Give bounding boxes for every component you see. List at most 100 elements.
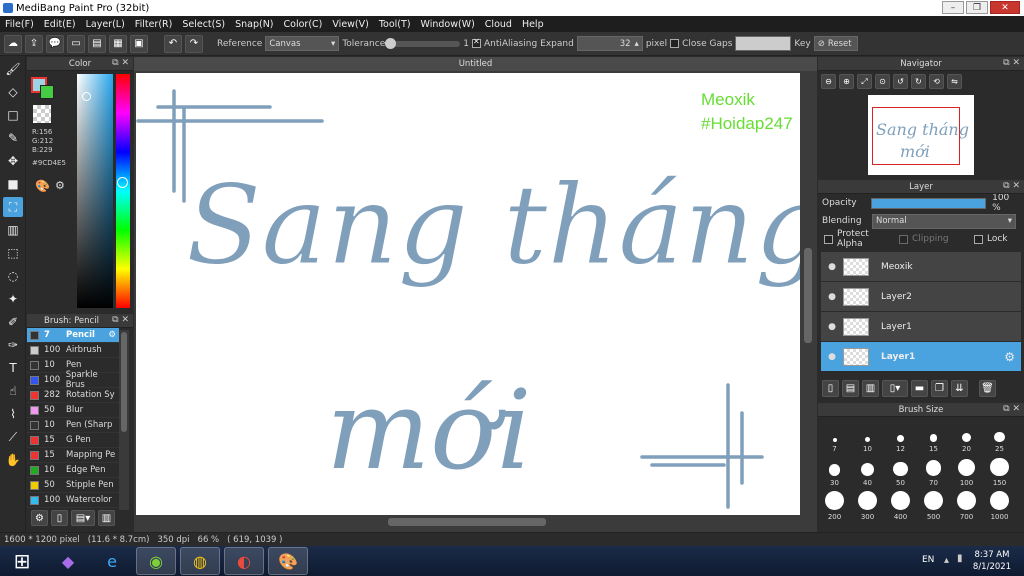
comment-icon[interactable]: 💬 [46, 34, 64, 53]
transparent-swatch[interactable] [33, 105, 51, 123]
menu-file[interactable]: File(F) [0, 19, 39, 30]
hand-tool-icon[interactable]: ✋ [3, 450, 23, 470]
menu-snap[interactable]: Snap(N) [230, 19, 278, 30]
share-icon[interactable]: ⇪ [25, 34, 43, 53]
lock-checkbox[interactable] [974, 234, 983, 244]
menu-view[interactable]: View(V) [327, 19, 373, 30]
hscroll-thumb[interactable] [388, 518, 546, 526]
add-layer-menu-icon[interactable]: ▯▾ [882, 380, 908, 397]
brush-size-option[interactable]: 7 [818, 419, 851, 453]
horizontal-scrollbar[interactable] [136, 516, 800, 528]
move-tool-icon[interactable]: ✥ [3, 151, 23, 171]
grid-icon[interactable]: ▣ [130, 34, 148, 53]
brush-size-option[interactable]: 30 [818, 453, 851, 487]
brush-new-icon[interactable]: ▯ [51, 510, 68, 526]
rotate-right-icon[interactable]: ↻ [911, 74, 926, 89]
brush-size-option[interactable]: 150 [983, 453, 1016, 487]
paint-icon[interactable]: 🎨 [268, 547, 308, 575]
lasso-tool-icon[interactable]: ◌ [3, 266, 23, 286]
panel-close-icon[interactable]: ⧉ ✕ [1003, 404, 1020, 414]
navigator-viewport[interactable] [872, 107, 960, 165]
visibility-icon[interactable]: ● [821, 352, 843, 362]
bucket-tool-icon[interactable]: ⛶ [3, 197, 23, 217]
brush-size-option[interactable]: 1000 [983, 487, 1016, 521]
stepper-icon[interactable]: ▴ [635, 39, 639, 49]
flip-icon[interactable]: ⇋ [947, 74, 962, 89]
menu-tool[interactable]: Tool(T) [374, 19, 416, 30]
brush-list-item[interactable]: 50 Blur [27, 403, 119, 418]
brush-size-option[interactable]: 200 [818, 487, 851, 521]
menu-help[interactable]: Help [517, 19, 549, 30]
ie-icon[interactable]: e [92, 547, 132, 575]
eraser-tool-icon[interactable]: ◇ [3, 82, 23, 102]
scrollbar-thumb[interactable] [121, 332, 127, 432]
eyedropper-icon[interactable]: ⌇ [3, 404, 23, 424]
menu-cloud[interactable]: Cloud [480, 19, 517, 30]
menu-select[interactable]: Select(S) [177, 19, 230, 30]
slider-handle[interactable] [385, 37, 397, 49]
rotate-reset-icon[interactable]: ⟲ [929, 74, 944, 89]
zoom-out-icon[interactable]: ⊖ [821, 74, 836, 89]
select-pen-icon[interactable]: ✐ [3, 312, 23, 332]
brush-list-item[interactable]: 282 Rotation Sy [27, 388, 119, 403]
palette-settings-icon[interactable]: ⚙ [55, 179, 65, 192]
brush-size-option[interactable]: 10 [851, 419, 884, 453]
select-eraser-icon[interactable]: ✑ [3, 335, 23, 355]
reference-select[interactable]: Canvas ▾ [265, 36, 340, 51]
rotate-left-icon[interactable]: ↺ [893, 74, 908, 89]
clock[interactable]: 8:37 AM 8/1/2021 [966, 549, 1018, 573]
fill-rect-tool-icon[interactable]: ■ [3, 174, 23, 194]
hue-slider[interactable] [116, 74, 130, 308]
actual-size-icon[interactable]: ⊙ [875, 74, 890, 89]
operation-tool-icon[interactable]: ☝ [3, 381, 23, 401]
brush-list-item[interactable]: 100 Watercolor [27, 493, 119, 508]
divide-tool-icon[interactable]: ⟋ [3, 427, 23, 447]
expand-field[interactable]: 32 ▴ [576, 36, 643, 51]
brush-size-option[interactable]: 300 [851, 487, 884, 521]
brush-list-item[interactable]: 100 Airbrush [27, 343, 119, 358]
brush-size-option[interactable]: 70 [917, 453, 950, 487]
redo-icon[interactable]: ↷ [185, 34, 203, 53]
cloud-icon[interactable]: ☁ [4, 34, 22, 53]
shape-tool-icon[interactable]: □ [3, 105, 23, 125]
drawing-canvas[interactable]: Sang tháng mới Meoxik #Hoidap247 [136, 73, 800, 515]
vertical-scrollbar[interactable] [802, 73, 814, 515]
menu-layer[interactable]: Layer(L) [81, 19, 130, 30]
tolerance-slider[interactable] [385, 37, 461, 49]
brush-size-option[interactable]: 50 [884, 453, 917, 487]
language-indicator[interactable]: EN [922, 555, 934, 565]
document-tab[interactable]: Untitled [134, 57, 817, 71]
antialiasing-checkbox[interactable] [471, 37, 481, 48]
protect-alpha-checkbox[interactable] [824, 234, 833, 244]
layer-row[interactable]: ● Layer1 ⚙ [821, 342, 1021, 372]
visual-studio-icon[interactable]: ◆ [48, 547, 88, 575]
brush-size-option[interactable]: 40 [851, 453, 884, 487]
brush-list-item[interactable]: 100 Sparkle Brus [27, 370, 119, 390]
brush-size-option[interactable]: 400 [884, 487, 917, 521]
panel-close-icon[interactable]: ⧉ ✕ [1003, 58, 1020, 68]
fit-icon[interactable]: ⤢ [857, 74, 872, 89]
menu-window[interactable]: Window(W) [416, 19, 480, 30]
closegaps-field[interactable] [735, 36, 792, 51]
layers-icon[interactable]: ▦ [109, 34, 127, 53]
new-8bit-layer-icon[interactable]: ▥ [862, 380, 879, 397]
opacity-slider[interactable] [870, 197, 987, 209]
brush-size-option[interactable]: 15 [917, 419, 950, 453]
panel-close-icon[interactable]: ⧉ ✕ [1003, 181, 1020, 191]
brush-size-option[interactable]: 12 [884, 419, 917, 453]
layer-row[interactable]: ● Meoxik [821, 252, 1021, 282]
text-tool-icon[interactable]: T [3, 358, 23, 378]
closegaps-checkbox[interactable] [670, 39, 680, 48]
menu-edit[interactable]: Edit(E) [39, 19, 81, 30]
select-tool-icon[interactable]: ⬚ [3, 243, 23, 263]
new-layer-icon[interactable]: ▯ [822, 380, 839, 397]
menu-filter[interactable]: Filter(R) [130, 19, 178, 30]
brush-list-item[interactable]: 7 Pencil ⚙ [27, 328, 119, 343]
visibility-icon[interactable]: ● [821, 262, 843, 272]
chrome-icon[interactable]: ◍ [180, 547, 220, 575]
hue-handle[interactable] [117, 177, 128, 188]
brush-size-option[interactable]: 700 [950, 487, 983, 521]
brush-list-item[interactable]: 50 Stipple Pen [27, 478, 119, 493]
gradient-tool-icon[interactable]: ▥ [3, 220, 23, 240]
layer-row[interactable]: ● Layer1 [821, 312, 1021, 342]
